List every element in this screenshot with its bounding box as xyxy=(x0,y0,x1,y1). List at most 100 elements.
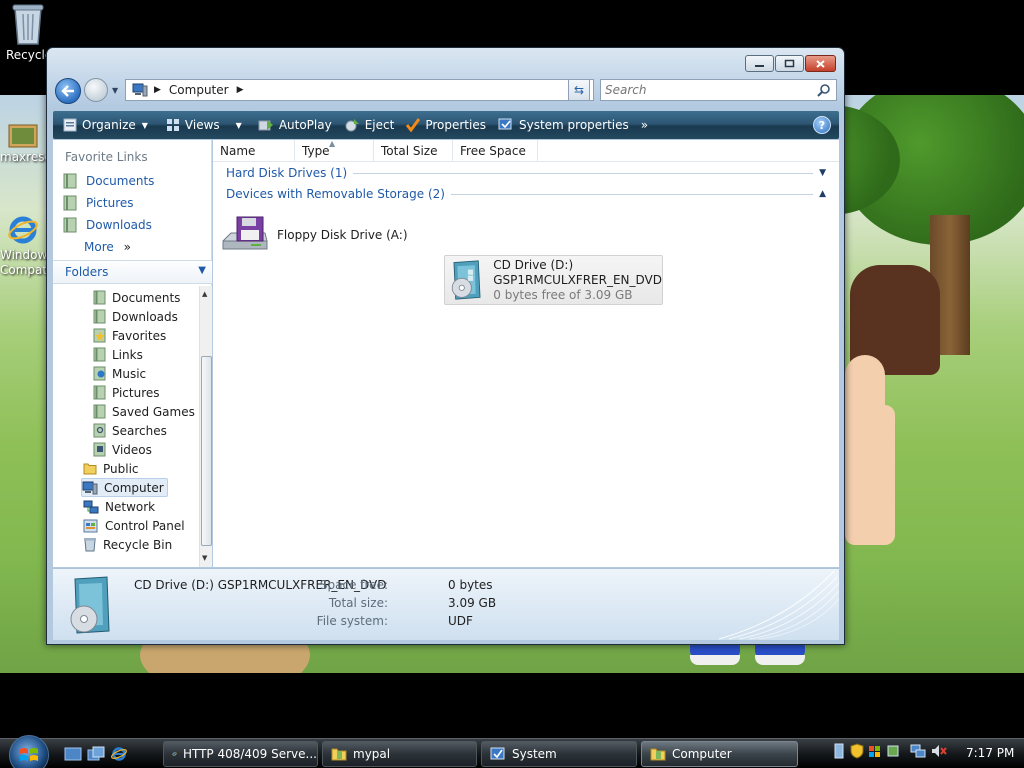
recycle-bin-icon xyxy=(84,538,96,552)
saved-games-folder-icon xyxy=(93,404,106,419)
tree-item-label: Searches xyxy=(112,423,167,438)
tree-item-recycle-bin[interactable]: Recycle Bin xyxy=(83,535,172,554)
views-button[interactable]: Views ▼ xyxy=(160,111,248,139)
tree-item-control-panel[interactable]: Control Panel xyxy=(83,516,185,535)
properties-icon xyxy=(406,118,421,132)
tree-item-music[interactable]: Music xyxy=(93,364,146,383)
column-free-space[interactable]: Free Space xyxy=(453,140,538,162)
tree-item-saved-games[interactable]: Saved Games xyxy=(93,402,195,421)
forward-button[interactable] xyxy=(84,78,108,102)
favorite-link-documents[interactable]: Documents xyxy=(63,173,154,189)
device-text: Floppy Disk Drive (A:) xyxy=(277,228,408,243)
tree-item-network[interactable]: Network xyxy=(83,497,155,516)
folders-header[interactable]: Folders ▼ xyxy=(53,260,212,284)
internet-explorer-icon[interactable] xyxy=(110,746,128,762)
security-shield-icon[interactable] xyxy=(850,743,864,759)
more-links-button[interactable]: More » xyxy=(84,240,131,254)
breadcrumb-computer[interactable]: Computer xyxy=(169,83,229,97)
breadcrumb-chevron-icon[interactable]: ▶ xyxy=(154,85,161,95)
start-button[interactable] xyxy=(9,735,49,768)
scroll-down-icon[interactable]: ▼ xyxy=(202,554,207,562)
volume-muted-icon[interactable] xyxy=(930,743,948,759)
folder-tree: Documents Downloads Favorites Links Musi… xyxy=(53,286,199,567)
computer-icon xyxy=(82,481,98,494)
dropdown-arrow-icon: ▼ xyxy=(141,120,148,130)
windows-update-icon[interactable] xyxy=(868,743,882,759)
more-chevron-icon: » xyxy=(123,240,131,254)
scrollbar-thumb[interactable] xyxy=(201,356,212,546)
eject-label: Eject xyxy=(364,118,395,132)
organize-button[interactable]: Organize ▼ xyxy=(57,111,154,139)
breadcrumb-chevron-icon[interactable]: ▶ xyxy=(237,85,244,95)
column-type[interactable]: ▲ Type xyxy=(295,139,374,162)
usb-icon[interactable] xyxy=(832,743,846,759)
search-icon[interactable] xyxy=(817,83,831,97)
desktop-icon-windows-compatibility[interactable]: Windows Compatibility xyxy=(0,214,46,294)
tree-item-videos[interactable]: Videos xyxy=(93,440,152,459)
organize-label: Organize xyxy=(82,118,136,132)
maximize-button[interactable] xyxy=(775,55,804,72)
expand-chevron-icon[interactable]: ▼ xyxy=(819,168,826,178)
system-properties-button[interactable]: System properties xyxy=(492,111,635,139)
title-bar[interactable] xyxy=(47,48,844,74)
eject-icon xyxy=(345,119,359,132)
back-button[interactable] xyxy=(55,78,81,104)
downloads-folder-icon xyxy=(93,309,106,324)
tree-item-pictures[interactable]: Pictures xyxy=(93,383,160,402)
show-desktop-icon[interactable] xyxy=(64,746,82,762)
internet-explorer-icon xyxy=(8,216,38,244)
tree-item-links[interactable]: Links xyxy=(93,345,143,364)
favorite-link-pictures[interactable]: Pictures xyxy=(63,195,134,211)
tree-item-label: Pictures xyxy=(112,385,160,400)
tree-item-downloads[interactable]: Downloads xyxy=(93,307,178,326)
decorative-swirl xyxy=(718,570,839,640)
taskbar-button-http-error[interactable]: HTTP 408/409 Serve... xyxy=(163,741,318,767)
favorite-link-downloads[interactable]: Downloads xyxy=(63,217,152,233)
tree-item-public[interactable]: Public xyxy=(83,459,139,478)
refresh-button[interactable]: ⇆ xyxy=(568,79,590,101)
minimize-button[interactable] xyxy=(745,55,774,72)
switch-windows-icon[interactable] xyxy=(87,746,105,762)
tree-item-label: Public xyxy=(103,461,139,476)
device-cd-drive[interactable]: CD Drive (D:) GSP1RMCULXFRER_EN_DVD 0 by… xyxy=(444,255,663,305)
group-divider xyxy=(353,172,814,174)
recent-pages-chevron-icon[interactable]: ▼ xyxy=(112,86,118,95)
back-arrow-icon xyxy=(61,85,74,97)
tree-item-computer[interactable]: Computer xyxy=(81,478,168,497)
tree-item-label: Videos xyxy=(112,442,152,457)
folder-icon xyxy=(83,463,97,475)
device-floppy-drive[interactable]: Floppy Disk Drive (A:) xyxy=(221,212,431,258)
taskbar-button-mypal[interactable]: mypal xyxy=(322,741,477,767)
collapse-chevron-icon[interactable]: ▲ xyxy=(819,189,826,199)
column-total-size[interactable]: Total Size xyxy=(374,140,453,162)
tree-item-searches[interactable]: Searches xyxy=(93,421,167,440)
network-status-icon[interactable] xyxy=(910,743,926,759)
group-removable-storage[interactable]: Devices with Removable Storage (2) ▲ xyxy=(226,187,826,201)
autoplay-button[interactable]: AutoPlay xyxy=(252,111,338,139)
eject-button[interactable]: Eject xyxy=(338,111,401,139)
column-name[interactable]: Name xyxy=(213,140,295,162)
links-folder-icon xyxy=(93,347,106,362)
help-button[interactable]: ? xyxy=(813,116,831,134)
more-commands-chevron-icon[interactable]: » xyxy=(637,118,652,132)
tree-item-favorites[interactable]: Favorites xyxy=(93,326,166,345)
clock[interactable]: 7:17 PM xyxy=(966,746,1014,760)
properties-button[interactable]: Properties xyxy=(400,111,492,139)
folder-tree-scrollbar[interactable]: ▲ ▼ xyxy=(199,286,212,567)
taskbar-button-system[interactable]: System xyxy=(481,741,637,767)
folder-icon xyxy=(331,748,347,761)
windows-logo-icon xyxy=(20,748,38,761)
desktop-icon-maxresdefault[interactable]: maxresdefault xyxy=(0,124,46,170)
scroll-up-icon[interactable]: ▲ xyxy=(202,290,207,298)
music-folder-icon xyxy=(93,366,106,381)
tree-item-documents[interactable]: Documents xyxy=(93,288,180,307)
taskbar-button-computer[interactable]: Computer xyxy=(641,741,798,767)
cd-drive-large-icon xyxy=(70,576,110,634)
desktop-icon-recycle-bin[interactable]: Recycle Bin xyxy=(6,2,50,68)
search-input[interactable] xyxy=(605,83,810,97)
address-bar[interactable]: ▶ Computer ▶ ▼ xyxy=(125,79,594,101)
group-hard-disk-drives[interactable]: Hard Disk Drives (1) ▼ xyxy=(226,166,826,180)
group-divider xyxy=(450,193,814,195)
defender-icon[interactable] xyxy=(886,743,900,759)
close-button[interactable] xyxy=(805,55,836,72)
